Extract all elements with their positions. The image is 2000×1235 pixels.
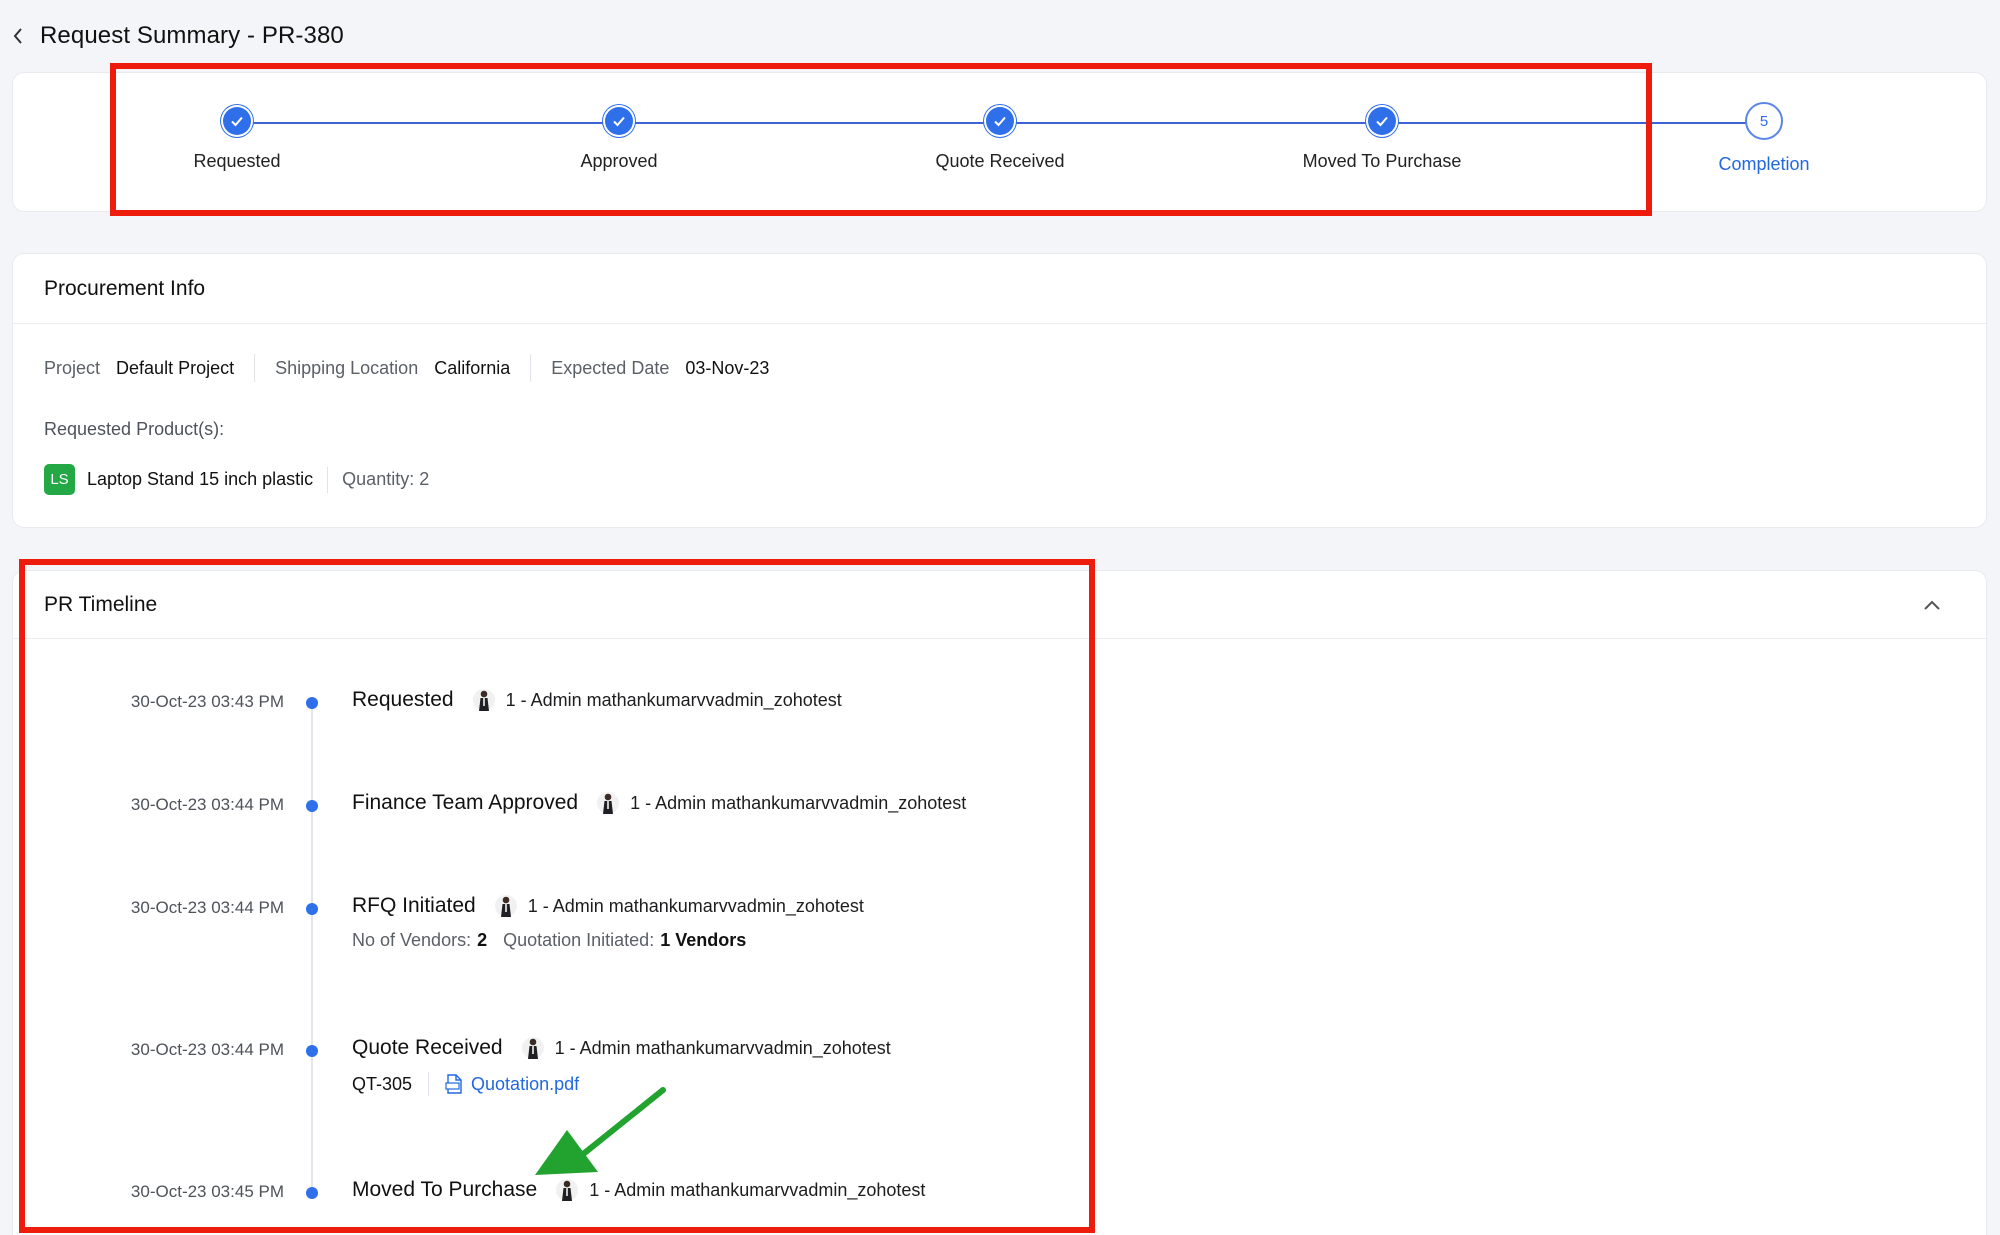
- timeline-entry-main: Requested 1 - Admin mathankumarvvadmin_z…: [352, 686, 842, 714]
- timeline-user: 1 - Admin mathankumarvvadmin_zohotest: [554, 1037, 891, 1058]
- shipping-location-field: Shipping Location California: [275, 358, 510, 379]
- step-number-indicator: 5: [1745, 102, 1783, 140]
- quotation-initiated-value: 1 Vendors: [660, 930, 747, 950]
- project-value: Default Project: [116, 357, 235, 378]
- step-quote-received: Quote Received: [880, 107, 1120, 172]
- quotation-file-link[interactable]: Quotation.pdf: [445, 1074, 579, 1095]
- timeline-entry-main: Finance Team Approved 1 - Admin mathanku…: [352, 789, 966, 817]
- timeline-dot: [306, 1045, 318, 1057]
- timeline-timestamp: 30-Oct-23 03:44 PM: [130, 795, 284, 814]
- timeline-event-title: RFQ Initiated: [352, 894, 476, 917]
- timeline-event-title: Finance Team Approved: [352, 791, 579, 814]
- timeline-entry-main: RFQ Initiated 1 - Admin mathankumarvvadm…: [352, 892, 864, 920]
- check-icon: [613, 116, 625, 127]
- user-avatar-icon: [555, 1176, 579, 1204]
- timeline-rail: [311, 701, 313, 1193]
- step-requested: Requested: [117, 107, 357, 172]
- requested-products-label: Requested Product(s):: [44, 419, 225, 439]
- step-complete-indicator: [986, 107, 1014, 135]
- timeline-dot: [306, 903, 318, 915]
- timeline-dot: [306, 800, 318, 812]
- quote-id: QT-305: [352, 1073, 413, 1094]
- product-badge: LS: [44, 464, 75, 495]
- step-complete-indicator: [605, 107, 633, 135]
- step-completion: 5 Completion: [1644, 102, 1884, 175]
- divider: [327, 466, 329, 493]
- product-name: Laptop Stand 15 inch plastic: [87, 469, 314, 489]
- user-avatar-icon: [521, 1034, 545, 1062]
- step-complete-indicator: [223, 107, 251, 135]
- quotation-file-name: Quotation.pdf: [471, 1073, 580, 1094]
- expected-date-field: Expected Date 03-Nov-23: [551, 358, 769, 379]
- step-label: Requested: [193, 151, 281, 171]
- timeline-event-title: Requested: [352, 688, 454, 711]
- timeline-entry-main: Quote Received 1 - Admin mathankumarvvad…: [352, 1034, 891, 1062]
- check-icon: [994, 116, 1006, 127]
- pdf-file-icon: [445, 1074, 462, 1094]
- timeline-event-title: Quote Received: [352, 1036, 503, 1059]
- expected-date-value: 03-Nov-23: [685, 357, 770, 378]
- shipping-location-label: Shipping Location: [275, 357, 419, 378]
- pr-timeline-header: PR Timeline: [13, 571, 1986, 639]
- expected-date-label: Expected Date: [551, 357, 670, 378]
- timeline-timestamp: 30-Oct-23 03:43 PM: [130, 692, 284, 711]
- step-label: Moved To Purchase: [1302, 151, 1462, 171]
- check-icon: [231, 116, 243, 127]
- rfq-details: No of Vendors: 2 Quotation Initiated: 1 …: [352, 930, 746, 951]
- project-label: Project: [44, 357, 101, 378]
- quote-details: QT-305 Quotation.pdf: [352, 1072, 579, 1096]
- progress-stepper: Requested Approved Quote Received Moved …: [12, 72, 1987, 212]
- pr-timeline-card: PR Timeline 30-Oct-23 03:43 PM Requested: [12, 570, 1987, 1235]
- page-header: Request Summary - PR-380: [8, 18, 344, 54]
- timeline-event-title: Moved To Purchase: [352, 1178, 538, 1201]
- quotation-initiated-label: Quotation Initiated:: [503, 930, 655, 950]
- divider: [254, 354, 256, 382]
- timeline-timestamp: 30-Oct-23 03:45 PM: [130, 1182, 284, 1201]
- timeline-dot: [306, 697, 318, 709]
- chevron-up-icon: [1924, 600, 1940, 610]
- page-title: Request Summary - PR-380: [40, 22, 344, 49]
- procurement-info-row: Project Default Project Shipping Locatio…: [44, 354, 769, 382]
- product-item: LS Laptop Stand 15 inch plastic Quantity…: [44, 464, 429, 495]
- step-moved-to-purchase: Moved To Purchase: [1262, 107, 1502, 172]
- timeline-timestamp: 30-Oct-23 03:44 PM: [130, 898, 284, 917]
- user-avatar-icon: [472, 686, 496, 714]
- timeline-timestamp: 30-Oct-23 03:44 PM: [130, 1040, 284, 1059]
- collapse-button[interactable]: [1918, 591, 1946, 619]
- product-quantity: Quantity: 2: [342, 469, 430, 489]
- procurement-info-card: Procurement Info Project Default Project…: [12, 253, 1987, 528]
- user-avatar-icon: [494, 892, 518, 920]
- chevron-left-icon: [13, 28, 22, 44]
- check-icon: [1376, 116, 1388, 127]
- timeline-user: 1 - Admin mathankumarvvadmin_zohotest: [527, 895, 864, 916]
- timeline-dot: [306, 1187, 318, 1199]
- step-complete-indicator: [1368, 107, 1396, 135]
- timeline-user: 1 - Admin mathankumarvvadmin_zohotest: [589, 1179, 926, 1200]
- back-button[interactable]: [8, 21, 28, 51]
- user-avatar-icon: [596, 789, 620, 817]
- vendors-count-value: 2: [477, 930, 488, 950]
- timeline-user: 1 - Admin mathankumarvvadmin_zohotest: [630, 792, 967, 813]
- step-label: Completion: [1718, 154, 1810, 174]
- shipping-location-value: California: [434, 357, 511, 378]
- project-field: Project Default Project: [44, 358, 234, 379]
- divider: [428, 1072, 430, 1096]
- step-label: Quote Received: [935, 151, 1065, 171]
- divider: [530, 354, 532, 382]
- step-label: Approved: [580, 151, 658, 171]
- timeline-entry-main: Moved To Purchase 1 - Admin mathankumarv…: [352, 1176, 925, 1204]
- vendors-count-label: No of Vendors:: [352, 930, 472, 950]
- page: Request Summary - PR-380 Requested Appro…: [0, 0, 2000, 1235]
- timeline-user: 1 - Admin mathankumarvvadmin_zohotest: [505, 689, 842, 710]
- procurement-info-title: Procurement Info: [13, 254, 1986, 324]
- pr-timeline-title: PR Timeline: [44, 592, 158, 616]
- step-approved: Approved: [499, 107, 739, 172]
